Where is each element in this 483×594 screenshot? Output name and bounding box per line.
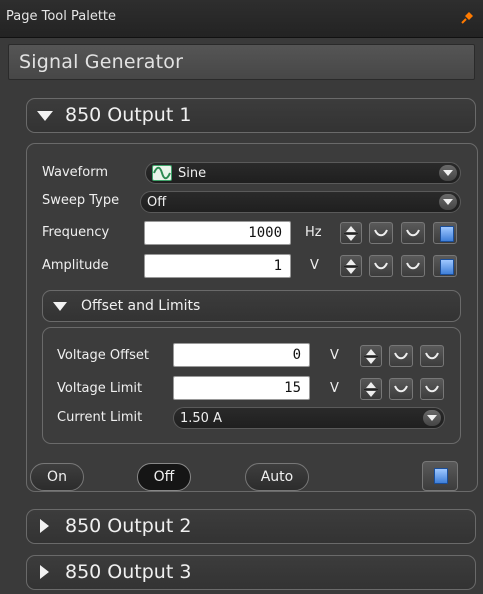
frequency-input[interactable]: 1000 <box>144 221 291 245</box>
off-button-label: Off <box>153 469 175 485</box>
frequency-label: Frequency <box>42 225 110 240</box>
current-limit-value: 1.50 A <box>180 411 222 426</box>
chevron-down-icon[interactable] <box>423 410 441 426</box>
calculator-icon[interactable] <box>433 222 457 244</box>
triangle-right-icon <box>40 519 49 533</box>
triangle-down-icon <box>37 111 53 121</box>
voltage-limit-input[interactable]: 15 <box>173 376 310 400</box>
sweep-type-label: Sweep Type <box>42 193 120 208</box>
chevron-down-icon[interactable] <box>439 165 457 181</box>
section-output-1-label: 850 Output 1 <box>65 104 192 126</box>
voltage-limit-label: Voltage Limit <box>57 381 143 396</box>
section-output-1-header[interactable]: 850 Output 1 <box>26 98 476 133</box>
on-button-label: On <box>47 469 67 485</box>
voltage-limit-value: 15 <box>284 380 301 396</box>
amplitude-unit: V <box>310 258 319 273</box>
voltage-limit-spinner-icon[interactable] <box>360 378 382 400</box>
chevron-down-icon[interactable] <box>439 194 457 210</box>
offset-limits-label: Offset and Limits <box>81 298 201 314</box>
voltage-offset-value: 0 <box>292 347 301 363</box>
sweep-type-select[interactable]: Off <box>140 191 461 213</box>
palette-header: Signal Generator <box>8 44 475 80</box>
on-button[interactable]: On <box>30 463 84 491</box>
wave-up-icon[interactable] <box>389 378 413 400</box>
palette-title: Signal Generator <box>19 51 184 73</box>
pin-icon[interactable] <box>459 10 475 26</box>
wave-up-icon[interactable] <box>389 345 413 367</box>
voltage-offset-input[interactable]: 0 <box>173 343 310 367</box>
waveform-label: Waveform <box>42 165 108 180</box>
current-limit-label: Current Limit <box>57 410 143 425</box>
wave-down-icon[interactable] <box>420 345 444 367</box>
off-button[interactable]: Off <box>137 463 191 491</box>
wave-up-icon[interactable] <box>369 222 393 244</box>
section-output-3-label: 850 Output 3 <box>65 561 192 583</box>
sweep-type-value: Off <box>147 195 167 210</box>
frequency-value: 1000 <box>248 225 282 241</box>
section-output-2-label: 850 Output 2 <box>65 515 192 537</box>
auto-button[interactable]: Auto <box>245 463 309 491</box>
calculator-icon[interactable] <box>433 255 457 277</box>
voltage-offset-spinner-icon[interactable] <box>360 345 382 367</box>
sine-wave-icon <box>152 165 172 181</box>
section-output-3-header[interactable]: 850 Output 3 <box>26 555 476 590</box>
wave-down-icon[interactable] <box>401 222 425 244</box>
palette-titlebar[interactable]: Page Tool Palette <box>0 0 483 38</box>
voltage-offset-label: Voltage Offset <box>57 348 149 363</box>
wave-down-icon[interactable] <box>401 255 425 277</box>
amplitude-label: Amplitude <box>42 258 109 273</box>
frequency-spinner-icon[interactable] <box>340 222 362 244</box>
window-title: Page Tool Palette <box>6 9 117 24</box>
offset-limits-header[interactable]: Offset and Limits <box>42 290 461 322</box>
frequency-unit: Hz <box>305 225 322 240</box>
amplitude-spinner-icon[interactable] <box>340 255 362 277</box>
waveform-select[interactable]: Sine <box>145 162 461 184</box>
wave-down-icon[interactable] <box>420 378 444 400</box>
amplitude-value: 1 <box>273 258 282 274</box>
amplitude-input[interactable]: 1 <box>144 254 291 278</box>
triangle-down-icon <box>53 302 67 311</box>
voltage-offset-unit: V <box>330 348 339 363</box>
waveform-value: Sine <box>178 166 207 181</box>
voltage-limit-unit: V <box>330 381 339 396</box>
section-output-2-header[interactable]: 850 Output 2 <box>26 509 476 544</box>
auto-button-label: Auto <box>260 469 294 485</box>
wave-up-icon[interactable] <box>369 255 393 277</box>
calculator-icon[interactable] <box>422 461 458 491</box>
triangle-right-icon <box>40 565 49 579</box>
current-limit-select[interactable]: 1.50 A <box>173 407 445 429</box>
